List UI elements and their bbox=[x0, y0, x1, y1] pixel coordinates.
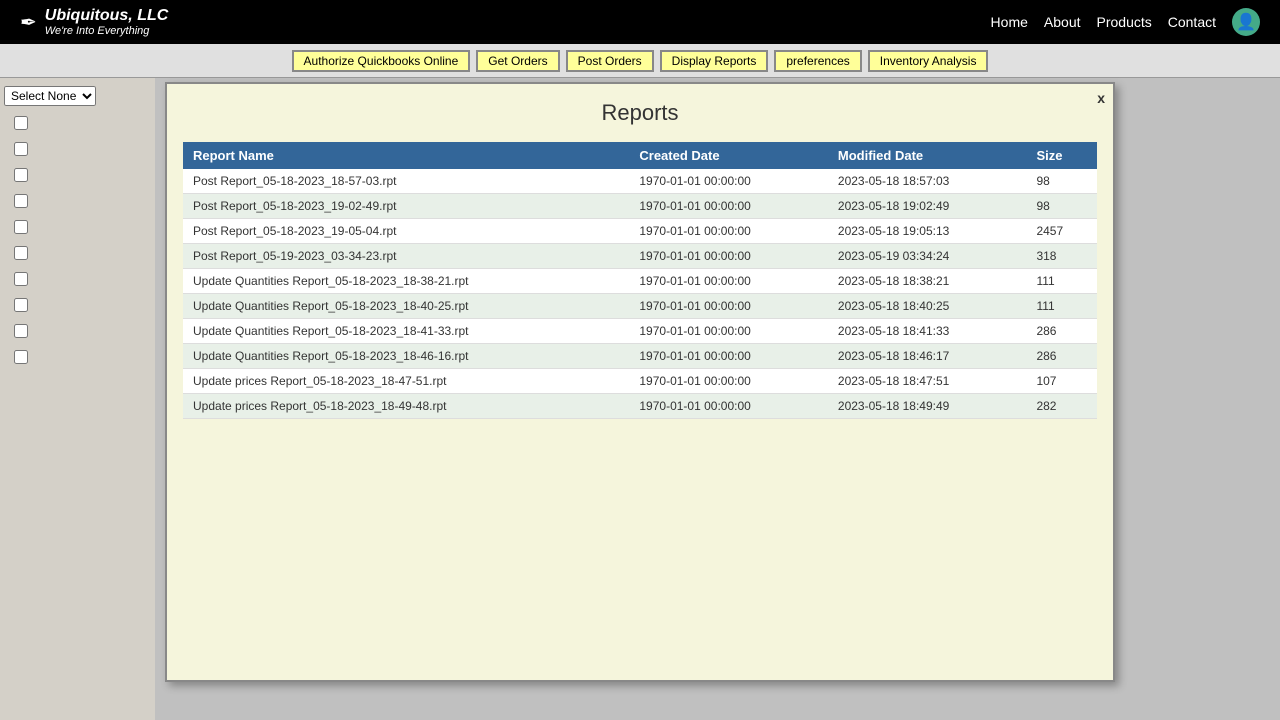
cell-size: 107 bbox=[1026, 369, 1097, 394]
cell-report-name: Post Report_05-18-2023_18-57-03.rpt bbox=[183, 169, 629, 194]
brand-text: Ubiquitous, LLC We're Into Everything bbox=[45, 6, 169, 38]
nav-contact[interactable]: Contact bbox=[1168, 14, 1216, 30]
cell-report-name: Update prices Report_05-18-2023_18-49-48… bbox=[183, 394, 629, 419]
cell-report-name: Update Quantities Report_05-18-2023_18-4… bbox=[183, 294, 629, 319]
reports-modal: x Reports Report Name Created Date Modif… bbox=[165, 82, 1115, 682]
post-orders-btn[interactable]: Post Orders bbox=[566, 50, 654, 72]
cell-size: 286 bbox=[1026, 319, 1097, 344]
modal-title: Reports bbox=[183, 100, 1097, 126]
cell-size: 98 bbox=[1026, 169, 1097, 194]
top-nav-bar: ✒ Ubiquitous, LLC We're Into Everything … bbox=[0, 0, 1280, 44]
brand-name: Ubiquitous, LLC bbox=[45, 6, 169, 25]
cell-modified-date: 2023-05-18 18:57:03 bbox=[828, 169, 1027, 194]
col-header-report-name: Report Name bbox=[183, 142, 629, 169]
preferences-btn[interactable]: preferences bbox=[774, 50, 861, 72]
col-header-created-date: Created Date bbox=[629, 142, 828, 169]
cell-modified-date: 2023-05-18 18:47:51 bbox=[828, 369, 1027, 394]
cell-created-date: 1970-01-01 00:00:00 bbox=[629, 169, 828, 194]
nav-home[interactable]: Home bbox=[991, 14, 1028, 30]
cell-size: 318 bbox=[1026, 244, 1097, 269]
cell-size: 2457 bbox=[1026, 219, 1097, 244]
get-orders-btn[interactable]: Get Orders bbox=[476, 50, 559, 72]
cell-created-date: 1970-01-01 00:00:00 bbox=[629, 294, 828, 319]
cell-report-name: Post Report_05-18-2023_19-02-49.rpt bbox=[183, 194, 629, 219]
cell-size: 111 bbox=[1026, 269, 1097, 294]
col-header-modified-date: Modified Date bbox=[828, 142, 1027, 169]
cell-created-date: 1970-01-01 00:00:00 bbox=[629, 369, 828, 394]
cell-report-name: Update Quantities Report_05-18-2023_18-4… bbox=[183, 319, 629, 344]
table-row[interactable]: Update Quantities Report_05-18-2023_18-4… bbox=[183, 344, 1097, 369]
reports-table: Report Name Created Date Modified Date S… bbox=[183, 142, 1097, 419]
cell-created-date: 1970-01-01 00:00:00 bbox=[629, 344, 828, 369]
cell-modified-date: 2023-05-18 18:38:21 bbox=[828, 269, 1027, 294]
sub-nav-bar: Authorize Quickbooks Online Get Orders P… bbox=[0, 44, 1280, 78]
cell-report-name: Update prices Report_05-18-2023_18-47-51… bbox=[183, 369, 629, 394]
nav-products[interactable]: Products bbox=[1097, 14, 1152, 30]
cell-size: 98 bbox=[1026, 194, 1097, 219]
modal-overlay: x Reports Report Name Created Date Modif… bbox=[0, 78, 1280, 720]
nav-about[interactable]: About bbox=[1044, 14, 1081, 30]
table-header-row: Report Name Created Date Modified Date S… bbox=[183, 142, 1097, 169]
user-avatar[interactable]: 👤 bbox=[1232, 8, 1260, 36]
brand-tagline: We're Into Everything bbox=[45, 25, 169, 38]
nav-links: Home About Products Contact 👤 bbox=[991, 8, 1260, 36]
table-row[interactable]: Update Quantities Report_05-18-2023_18-4… bbox=[183, 294, 1097, 319]
cell-created-date: 1970-01-01 00:00:00 bbox=[629, 269, 828, 294]
cell-report-name: Update Quantities Report_05-18-2023_18-3… bbox=[183, 269, 629, 294]
table-row[interactable]: Post Report_05-18-2023_19-02-49.rpt 1970… bbox=[183, 194, 1097, 219]
cell-modified-date: 2023-05-18 18:40:25 bbox=[828, 294, 1027, 319]
cell-modified-date: 2023-05-19 03:34:24 bbox=[828, 244, 1027, 269]
cell-created-date: 1970-01-01 00:00:00 bbox=[629, 319, 828, 344]
cell-modified-date: 2023-05-18 18:41:33 bbox=[828, 319, 1027, 344]
cell-modified-date: 2023-05-18 19:05:13 bbox=[828, 219, 1027, 244]
cell-modified-date: 2023-05-18 18:46:17 bbox=[828, 344, 1027, 369]
cell-report-name: Update Quantities Report_05-18-2023_18-4… bbox=[183, 344, 629, 369]
display-reports-btn[interactable]: Display Reports bbox=[660, 50, 769, 72]
brand-icon: ✒ bbox=[20, 10, 37, 35]
table-row[interactable]: Update prices Report_05-18-2023_18-47-51… bbox=[183, 369, 1097, 394]
cell-size: 111 bbox=[1026, 294, 1097, 319]
cell-created-date: 1970-01-01 00:00:00 bbox=[629, 194, 828, 219]
cell-created-date: 1970-01-01 00:00:00 bbox=[629, 394, 828, 419]
table-row[interactable]: Post Report_05-18-2023_18-57-03.rpt 1970… bbox=[183, 169, 1097, 194]
table-row[interactable]: Update prices Report_05-18-2023_18-49-48… bbox=[183, 394, 1097, 419]
cell-modified-date: 2023-05-18 18:49:49 bbox=[828, 394, 1027, 419]
main-area: Select None Select All x Reports bbox=[0, 78, 1280, 720]
cell-modified-date: 2023-05-18 19:02:49 bbox=[828, 194, 1027, 219]
cell-report-name: Post Report_05-19-2023_03-34-23.rpt bbox=[183, 244, 629, 269]
table-row[interactable]: Post Report_05-19-2023_03-34-23.rpt 1970… bbox=[183, 244, 1097, 269]
brand: ✒ Ubiquitous, LLC We're Into Everything bbox=[20, 6, 168, 38]
table-row[interactable]: Post Report_05-18-2023_19-05-04.rpt 1970… bbox=[183, 219, 1097, 244]
cell-created-date: 1970-01-01 00:00:00 bbox=[629, 219, 828, 244]
col-header-size: Size bbox=[1026, 142, 1097, 169]
inventory-analysis-btn[interactable]: Inventory Analysis bbox=[868, 50, 989, 72]
cell-size: 282 bbox=[1026, 394, 1097, 419]
authorize-quickbooks-btn[interactable]: Authorize Quickbooks Online bbox=[292, 50, 471, 72]
table-row[interactable]: Update Quantities Report_05-18-2023_18-4… bbox=[183, 319, 1097, 344]
modal-close-btn[interactable]: x bbox=[1097, 90, 1105, 106]
cell-created-date: 1970-01-01 00:00:00 bbox=[629, 244, 828, 269]
cell-report-name: Post Report_05-18-2023_19-05-04.rpt bbox=[183, 219, 629, 244]
cell-size: 286 bbox=[1026, 344, 1097, 369]
table-row[interactable]: Update Quantities Report_05-18-2023_18-3… bbox=[183, 269, 1097, 294]
